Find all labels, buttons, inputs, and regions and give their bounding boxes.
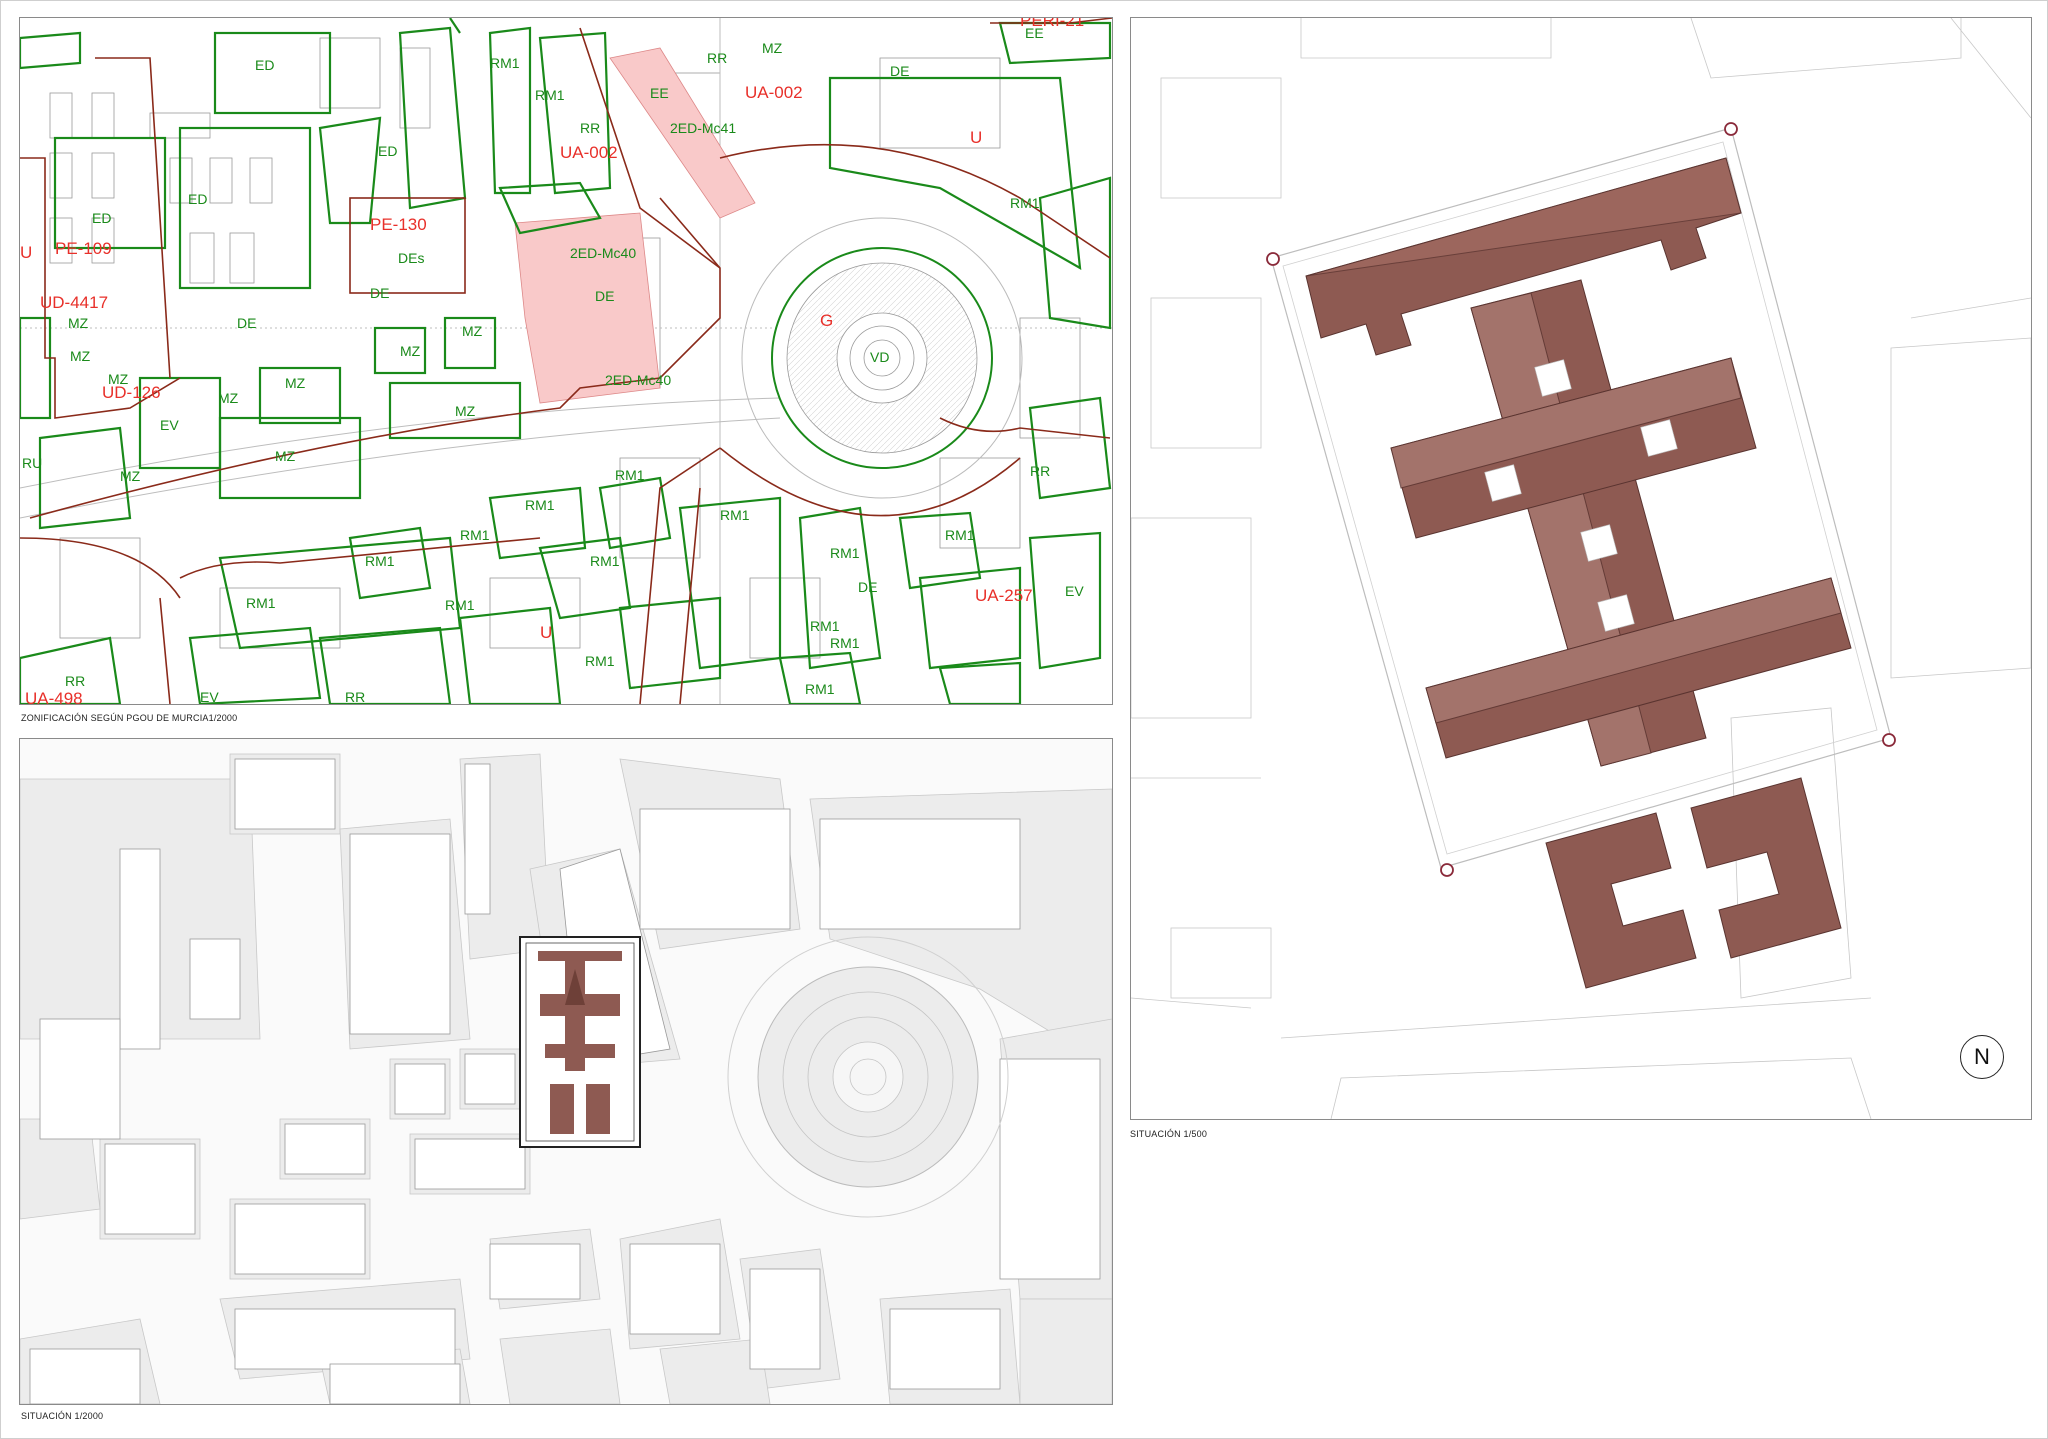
situation-500-caption: SITUACIÓN 1/500 (1130, 1129, 1208, 1139)
plan-label: UA-257 (975, 586, 1033, 605)
zone-label: 2ED-Mc40 (570, 245, 636, 261)
plan-label: U (540, 623, 552, 642)
plan-label: UD-4417 (40, 293, 108, 312)
zone-label: RM1 (810, 618, 840, 634)
plan-label: UA-498 (25, 689, 83, 704)
zone-label: RM1 (246, 595, 276, 611)
site-highlight (519, 936, 641, 1148)
plan-label: UA-002 (745, 83, 803, 102)
zone-label: MZ (275, 448, 296, 464)
zone-label: MZ (762, 40, 783, 56)
plan-label: UD-126 (102, 383, 161, 402)
zone-label: RR (707, 50, 727, 66)
plan-label: UA-002 (560, 143, 618, 162)
situation-2000-map (20, 739, 1112, 1404)
zone-label: RM1 (830, 635, 860, 651)
zone-label: DE (370, 285, 389, 301)
zone-label: DE (858, 579, 877, 595)
zone-label: MZ (285, 375, 306, 391)
plan-label: U (20, 243, 32, 262)
zone-label: RM1 (615, 467, 645, 483)
zone-label: MZ (120, 468, 141, 484)
situation-500-plan (1131, 18, 2031, 1119)
zone-label: EV (200, 689, 219, 704)
zone-label: 2ED-Mc41 (670, 120, 736, 136)
plan-label: G (820, 311, 833, 330)
zone-label: RM1 (525, 497, 555, 513)
zone-label: RR (580, 120, 600, 136)
zone-label: RM1 (365, 553, 395, 569)
zone-label: MZ (218, 390, 239, 406)
zone-label: RM1 (535, 87, 565, 103)
zone-label: DEs (398, 250, 424, 266)
zone-label: ED (92, 210, 111, 226)
zone-label: EV (1065, 583, 1084, 599)
zoning-caption: ZONIFICACIÓN SEGÚN PGOU DE MURCIA1/2000 (21, 713, 238, 723)
zone-label: RM1 (830, 545, 860, 561)
zone-label: RM1 (585, 653, 615, 669)
situation-500-panel: N (1130, 17, 2032, 1120)
zone-label: DE (890, 63, 909, 79)
plan-label: U (970, 128, 982, 147)
zoning-map: ED ED ED ED DE DEs MZ MZ MZ MZ MZ MZ MZ … (20, 18, 1112, 704)
north-arrow: N (1960, 1035, 2004, 1079)
drawing-sheet: ED ED ED ED DE DEs MZ MZ MZ MZ MZ MZ MZ … (0, 0, 2048, 1439)
zone-label: RR (1030, 463, 1050, 479)
zone-label: EE (650, 85, 669, 101)
zone-label: ED (378, 143, 397, 159)
zone-label: DE (595, 288, 614, 304)
zone-label: RM1 (490, 55, 520, 71)
zone-label: RR (345, 689, 365, 704)
zone-label: RM1 (720, 507, 750, 523)
zone-label: MZ (455, 403, 476, 419)
zone-label: RM1 (590, 553, 620, 569)
zone-label: MZ (462, 323, 483, 339)
zone-label: VD (870, 349, 889, 365)
zone-label: DE (237, 315, 256, 331)
plan-label: PERI-21 (1020, 18, 1084, 30)
zoning-map-panel: ED ED ED ED DE DEs MZ MZ MZ MZ MZ MZ MZ … (19, 17, 1113, 705)
zone-label: RM1 (805, 681, 835, 697)
zone-label: ED (255, 57, 274, 73)
zone-label: RM1 (445, 597, 475, 613)
zone-label: RM1 (460, 527, 490, 543)
zone-label: RM1 (945, 527, 975, 543)
situation-2000-panel (19, 738, 1113, 1405)
zone-label: MZ (400, 343, 421, 359)
plan-label: PE-130 (370, 215, 427, 234)
zone-label: EV (160, 417, 179, 433)
zone-label: MZ (68, 315, 89, 331)
situation-2000-caption: SITUACIÓN 1/2000 (21, 1411, 104, 1421)
plan-label: PE-109 (55, 239, 112, 258)
zone-label: RR (65, 673, 85, 689)
zone-label: ED (188, 191, 207, 207)
zone-label: RM1 (1010, 195, 1040, 211)
zone-label: RU (22, 455, 42, 471)
zone-label: 2ED-Mc40 (605, 372, 671, 388)
zone-label: MZ (70, 348, 91, 364)
